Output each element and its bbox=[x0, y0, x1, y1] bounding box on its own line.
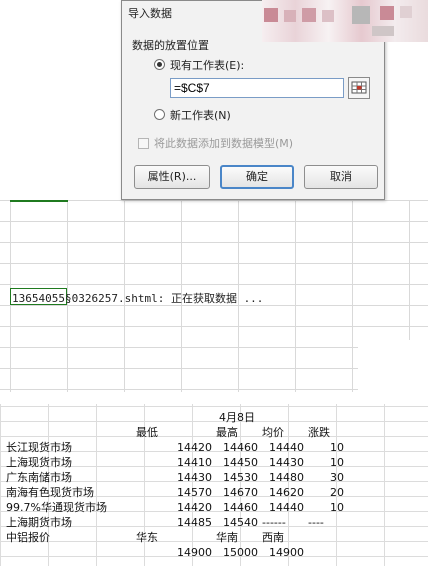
placement-group-label: 数据的放置位置 bbox=[132, 39, 209, 52]
table-cell[interactable]: 14485 bbox=[134, 515, 214, 530]
table-cell[interactable]: 20 bbox=[306, 485, 346, 500]
table-cell[interactable]: 14450 bbox=[214, 455, 260, 470]
table-cell[interactable]: 14570 bbox=[134, 485, 214, 500]
table-cell[interactable]: 14410 bbox=[134, 455, 214, 470]
table-cell[interactable] bbox=[260, 410, 306, 425]
table-cell[interactable]: 14460 bbox=[214, 440, 260, 455]
region-cell[interactable]: 华南 bbox=[214, 530, 260, 545]
table-cell[interactable]: 30 bbox=[306, 470, 346, 485]
existing-sheet-label: 现有工作表(E): bbox=[170, 59, 245, 72]
table-row: 广东南储市场 14430 14530 14480 30 bbox=[4, 470, 346, 485]
table-cell[interactable]: ---- bbox=[306, 515, 346, 530]
active-column-indicator bbox=[10, 200, 68, 202]
header-cell[interactable]: 最低 bbox=[134, 425, 214, 440]
region-cell[interactable]: 华东 bbox=[134, 530, 214, 545]
market-name-cell[interactable]: 广东南储市场 bbox=[4, 470, 134, 485]
table-cell[interactable]: 14530 bbox=[214, 470, 260, 485]
region-cell[interactable]: 西南 bbox=[260, 530, 306, 545]
table-cell[interactable]: 14430 bbox=[260, 455, 306, 470]
market-name-cell[interactable]: 上海现货市场 bbox=[4, 455, 134, 470]
table-cell[interactable] bbox=[134, 410, 214, 425]
header-cell[interactable]: 均价 bbox=[260, 425, 306, 440]
table-cell[interactable] bbox=[4, 410, 134, 425]
table-cell[interactable]: 14480 bbox=[260, 470, 306, 485]
quote-value-cell[interactable]: 15000 bbox=[214, 545, 260, 560]
market-name-cell[interactable]: 上海期货市场 bbox=[4, 515, 134, 530]
dialog-title: 导入数据 bbox=[128, 7, 172, 20]
table-cell[interactable] bbox=[4, 545, 134, 560]
table-cell[interactable]: 10 bbox=[306, 440, 346, 455]
quote-value-cell[interactable]: 14900 bbox=[134, 545, 214, 560]
table-cell[interactable]: 14420 bbox=[134, 500, 214, 515]
header-cell[interactable]: 涨跌 bbox=[306, 425, 346, 440]
cell-reference-input[interactable]: =$C$7 bbox=[170, 78, 344, 98]
header-cell[interactable]: 最高 bbox=[214, 425, 260, 440]
table-cell[interactable]: 14460 bbox=[214, 500, 260, 515]
table-cell[interactable]: 14430 bbox=[134, 470, 214, 485]
quote-value-cell[interactable]: 14900 bbox=[260, 545, 306, 560]
market-name-cell[interactable]: 南海有色现货市场 bbox=[4, 485, 134, 500]
table-row: 上海期货市场 14485 14540 ------ ---- bbox=[4, 515, 346, 530]
table-cell[interactable] bbox=[306, 530, 346, 545]
table-cell[interactable]: 14440 bbox=[260, 500, 306, 515]
date-cell[interactable]: 4月8日 bbox=[214, 410, 260, 425]
table-cell[interactable]: 14540 bbox=[214, 515, 260, 530]
quote-value-row: 14900 15000 14900 bbox=[4, 545, 346, 560]
table-cell[interactable]: 10 bbox=[306, 500, 346, 515]
table-cell[interactable]: 14620 bbox=[260, 485, 306, 500]
table-row: 99.7%华通现货市场 14420 14460 14440 10 bbox=[4, 500, 346, 515]
ok-button[interactable]: 确定 bbox=[220, 165, 294, 189]
cancel-button[interactable]: 取消 bbox=[304, 165, 378, 189]
table-row: 长江现货市场 14420 14460 14440 10 bbox=[4, 440, 346, 455]
quote-header-row: 中铝报价 华东 华南 西南 bbox=[4, 530, 346, 545]
new-sheet-radio[interactable] bbox=[154, 109, 165, 120]
properties-button[interactable]: 属性(R)... bbox=[134, 165, 210, 189]
table-cell[interactable] bbox=[306, 410, 346, 425]
existing-sheet-radio[interactable] bbox=[154, 59, 165, 70]
loading-status-text: 13654055§0326257.shtml: 正在获取数据 ... bbox=[12, 292, 264, 305]
table-cell[interactable]: 14440 bbox=[260, 440, 306, 455]
table-cell[interactable]: 14670 bbox=[214, 485, 260, 500]
table-row: 上海现货市场 14410 14450 14430 10 bbox=[4, 455, 346, 470]
table-cell[interactable]: ------ bbox=[260, 515, 306, 530]
collapse-dialog-button[interactable] bbox=[348, 77, 370, 99]
obscured-region bbox=[262, 0, 428, 42]
header-cell[interactable] bbox=[4, 425, 134, 440]
table-cell[interactable]: 10 bbox=[306, 455, 346, 470]
header-row: 最低 最高 均价 涨跌 bbox=[4, 425, 346, 440]
blank-area bbox=[358, 340, 428, 392]
price-table: 4月8日 最低 最高 均价 涨跌 长江现货市场 14420 14460 1444… bbox=[4, 410, 346, 560]
date-row: 4月8日 bbox=[4, 410, 346, 425]
add-to-model-checkbox[interactable] bbox=[138, 138, 149, 149]
new-sheet-label: 新工作表(N) bbox=[170, 109, 231, 122]
quote-label-cell[interactable]: 中铝报价 bbox=[4, 530, 134, 545]
market-name-cell[interactable]: 99.7%华通现货市场 bbox=[4, 500, 134, 515]
table-cell[interactable] bbox=[306, 545, 346, 560]
range-select-icon bbox=[351, 81, 367, 94]
add-to-model-label: 将此数据添加到数据模型(M) bbox=[154, 137, 294, 150]
market-name-cell[interactable]: 长江现货市场 bbox=[4, 440, 134, 455]
table-cell[interactable]: 14420 bbox=[134, 440, 214, 455]
table-row: 南海有色现货市场 14570 14670 14620 20 bbox=[4, 485, 346, 500]
